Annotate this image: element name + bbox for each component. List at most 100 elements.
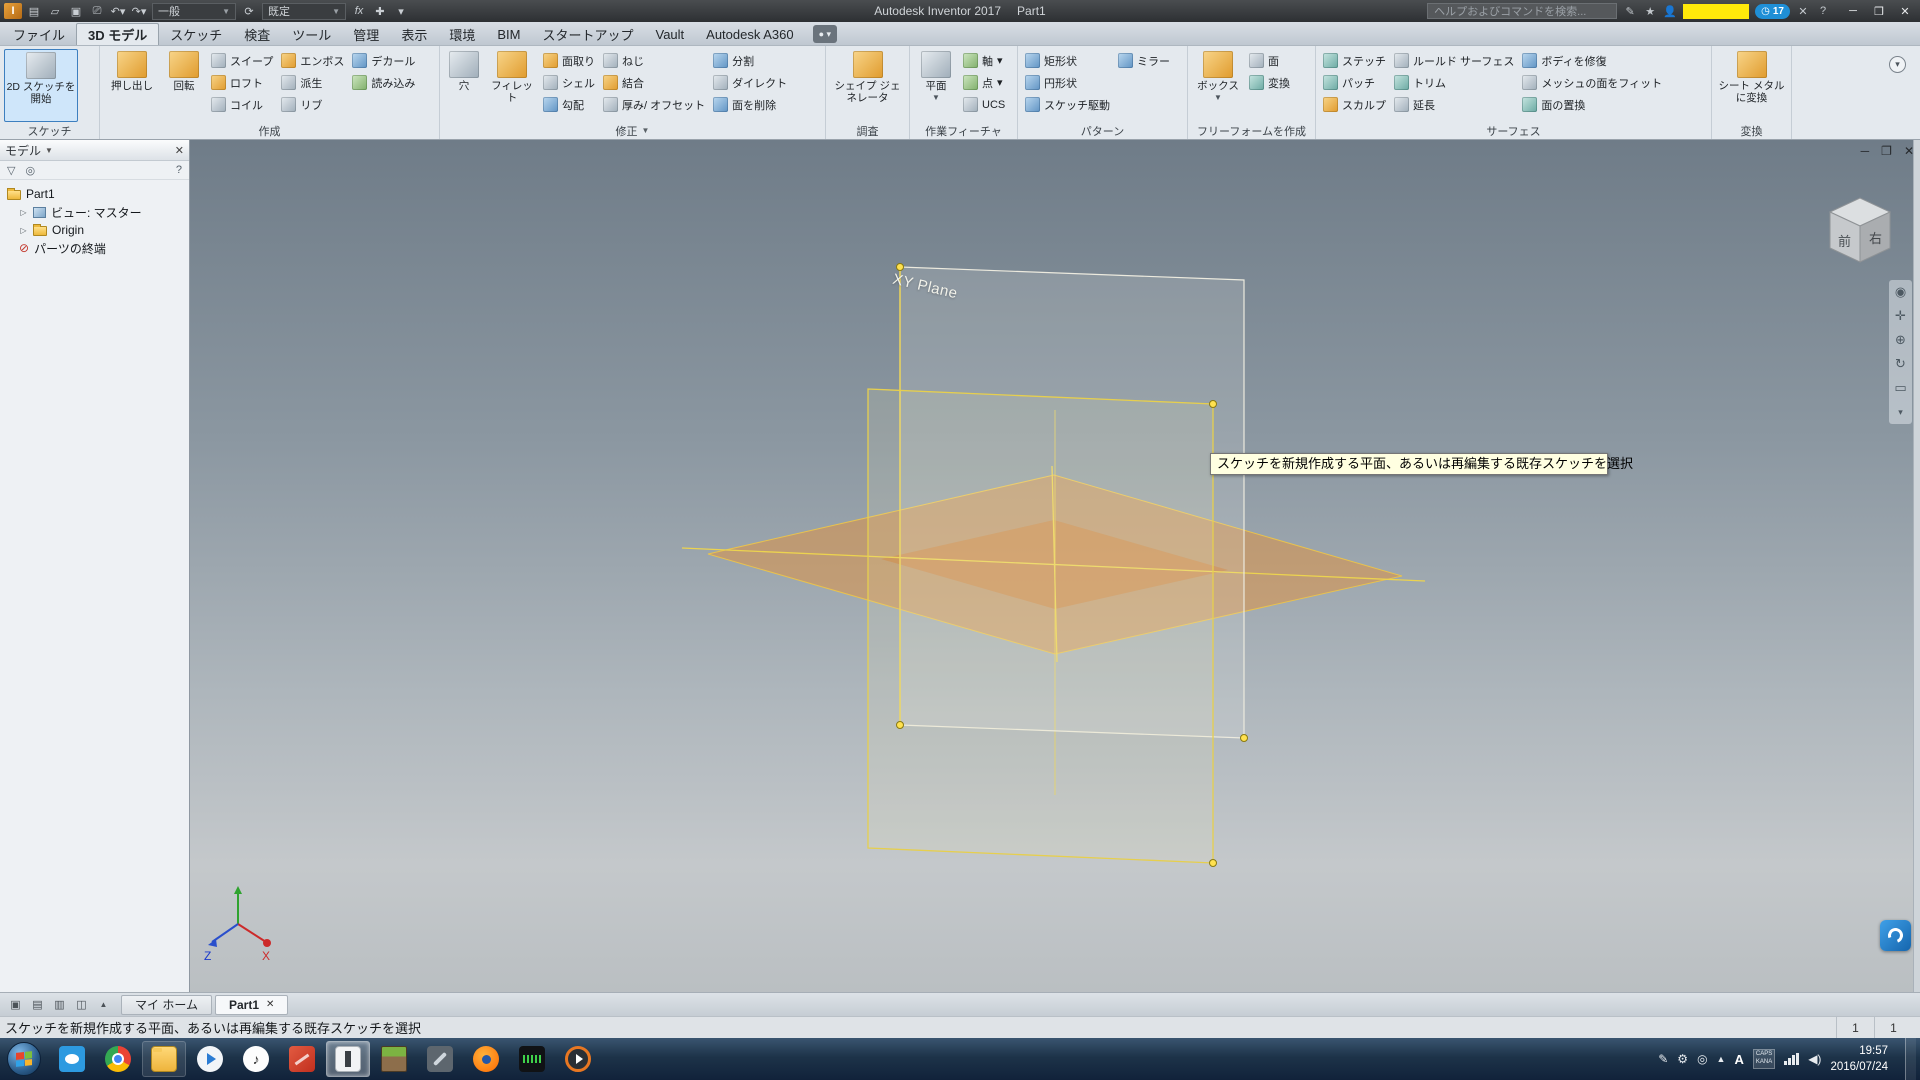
taskbar-button-media-player[interactable] <box>188 1041 232 1077</box>
redo-icon[interactable]: ↷▾ <box>129 2 149 21</box>
parameters-fx-button[interactable]: fx <box>349 2 369 21</box>
tab-view[interactable]: 表示 <box>390 23 438 45</box>
graphics-viewport[interactable]: XY Plane スケッチを新規作成する平面、あるいは再編集する既存スケッチを選… <box>190 140 1920 992</box>
extend-button[interactable]: 延長 <box>1391 94 1517 115</box>
split-button[interactable]: 分割 <box>710 50 790 71</box>
plane-handle[interactable] <box>896 721 904 729</box>
shape-generator-button[interactable]: シェイプ ジェネレータ <box>834 49 902 122</box>
tab-a360[interactable]: Autodesk A360 <box>695 23 804 45</box>
axis-button[interactable]: 軸 ▾ <box>960 50 1008 71</box>
appearance-dropdown[interactable]: 既定 ▼ <box>262 2 346 20</box>
taskbar-clock[interactable]: 19:57 2016/07/24 <box>1830 1043 1888 1075</box>
tile-horizontal-icon[interactable]: ▤ <box>28 997 47 1013</box>
taskbar-button-red-app[interactable] <box>280 1041 324 1077</box>
taskbar-button-inventor[interactable] <box>326 1041 370 1077</box>
ime-mode-indicator[interactable]: A <box>1734 1052 1743 1067</box>
ime-caps-kana-indicator[interactable]: CAPS KANA <box>1752 1049 1776 1069</box>
trim-button[interactable]: トリム <box>1391 72 1517 93</box>
tab-inspect[interactable]: 検査 <box>233 23 281 45</box>
qat-customize-caret[interactable]: ▾ <box>391 2 411 21</box>
measure-icon[interactable]: ✚ <box>370 2 390 21</box>
chamfer-button[interactable]: 面取り <box>540 50 598 71</box>
taskbar-button-explorer[interactable] <box>142 1041 186 1077</box>
replace-face-button[interactable]: 面の置換 <box>1519 94 1665 115</box>
zoom-icon[interactable]: ⊕ <box>1895 332 1906 348</box>
notification-badge[interactable]: ◷ 17 <box>1755 3 1790 19</box>
network-icon[interactable] <box>1784 1053 1800 1065</box>
taskbar-button-media-center[interactable] <box>556 1041 600 1077</box>
orbit-icon[interactable]: ↻ <box>1895 356 1906 372</box>
tree-item-view-master[interactable]: ▷ ビュー: マスター <box>2 203 187 221</box>
group-label-sketch[interactable]: スケッチ <box>0 122 99 139</box>
loft-button[interactable]: ロフト <box>208 72 276 93</box>
freeform-face-button[interactable]: 面 <box>1246 50 1293 71</box>
thicken-button[interactable]: 厚み/ オフセット <box>600 94 708 115</box>
plane-handle[interactable] <box>1209 859 1217 867</box>
ucs-button[interactable]: UCS <box>960 94 1008 115</box>
extrude-button[interactable]: 押し出し <box>104 49 160 122</box>
sweep-button[interactable]: スイープ <box>208 50 276 71</box>
filter-icon[interactable]: ▽ <box>7 164 15 177</box>
collapse-tabs-icon[interactable]: ▲ <box>94 997 113 1013</box>
help-icon[interactable]: ? <box>1816 5 1830 17</box>
stitch-button[interactable]: ステッチ <box>1320 50 1389 71</box>
sketch-driven-pattern-button[interactable]: スケッチ駆動 <box>1022 94 1113 115</box>
fit-mesh-face-button[interactable]: メッシュの面をフィット <box>1519 72 1665 93</box>
coil-button[interactable]: コイル <box>208 94 276 115</box>
settings-tray-icon[interactable]: ⚙ <box>1677 1052 1688 1066</box>
undo-icon[interactable]: ↶▾ <box>108 2 128 21</box>
a360-cloud-icon[interactable]: ● ▾ <box>812 25 838 43</box>
plane-button[interactable]: 平面 ▼ <box>914 49 958 122</box>
fillet-button[interactable]: フィレット <box>486 49 538 122</box>
pan-icon[interactable]: ✛ <box>1895 308 1906 324</box>
arrange-windows-icon[interactable]: ◫ <box>72 997 91 1013</box>
material-dropdown[interactable]: 一般 ▼ <box>152 2 236 20</box>
star-icon[interactable]: ★ <box>1643 5 1657 18</box>
save-icon[interactable]: ▣ <box>66 2 86 21</box>
group-label-pattern[interactable]: パターン <box>1018 122 1187 139</box>
expander-icon[interactable]: ▷ <box>19 208 28 217</box>
tab-file[interactable]: ファイル <box>2 23 76 45</box>
navbar-options-caret[interactable]: ▾ <box>1898 404 1903 420</box>
plane-handle[interactable] <box>896 263 904 271</box>
sculpt-button[interactable]: スカルプ <box>1320 94 1389 115</box>
circular-pattern-button[interactable]: 円形状 <box>1022 72 1113 93</box>
community-badge-button[interactable] <box>1880 920 1911 951</box>
group-label-modify[interactable]: 修正 ▼ <box>440 122 825 139</box>
tab-get-started[interactable]: スタートアップ <box>531 23 644 45</box>
ruled-surface-button[interactable]: ルールド サーフェス <box>1391 50 1517 71</box>
pen-tray-icon[interactable]: ✎ <box>1658 1052 1668 1066</box>
pen-icon[interactable]: ✎ <box>1623 5 1637 18</box>
taskbar-button-minecraft[interactable] <box>372 1041 416 1077</box>
repair-bodies-button[interactable]: ボディを修復 <box>1519 50 1665 71</box>
rectangular-pattern-button[interactable]: 矩形状 <box>1022 50 1113 71</box>
yz-plane[interactable] <box>867 388 1214 864</box>
highlighted-username[interactable] <box>1683 3 1750 19</box>
tab-manage[interactable]: 管理 <box>342 23 390 45</box>
origin-planes-graphic[interactable] <box>190 140 1920 992</box>
minimize-button[interactable]: ─ <box>1840 1 1866 21</box>
tab-bim[interactable]: BIM <box>486 23 531 45</box>
taskbar-button-utility[interactable] <box>418 1041 462 1077</box>
search-tray-icon[interactable]: ◎ <box>1697 1052 1707 1066</box>
mirror-button[interactable]: ミラー <box>1115 50 1173 71</box>
ribbon-options-button[interactable]: ▾ <box>1889 56 1906 73</box>
user-icon[interactable]: 👤 <box>1663 5 1677 18</box>
point-button[interactable]: 点 ▾ <box>960 72 1008 93</box>
tab-vault[interactable]: Vault <box>644 23 695 45</box>
plane-handle[interactable] <box>1209 400 1217 408</box>
tab-3d-model[interactable]: 3D モデル <box>76 23 160 45</box>
view-cube[interactable]: 前 右 <box>1818 186 1904 272</box>
rib-button[interactable]: リブ <box>278 94 347 115</box>
group-label-convert[interactable]: 変換 <box>1712 122 1791 139</box>
doc-tab-part1[interactable]: Part1 ✕ <box>214 994 289 1015</box>
hidden-icons-caret[interactable]: ▲ <box>1717 1054 1726 1064</box>
group-label-freeform[interactable]: フリーフォームを作成 <box>1188 122 1315 139</box>
hole-button[interactable]: 穴 <box>444 49 484 122</box>
tree-item-part1[interactable]: Part1 <box>2 185 187 203</box>
doc-tab-close-icon[interactable]: ✕ <box>266 999 274 1010</box>
tab-sketch[interactable]: スケッチ <box>159 23 233 45</box>
update-icon[interactable]: ⟳ <box>239 2 259 21</box>
freeform-box-button[interactable]: ボックス ▼ <box>1192 49 1244 122</box>
sign-out-icon[interactable]: ✕ <box>1796 5 1810 18</box>
